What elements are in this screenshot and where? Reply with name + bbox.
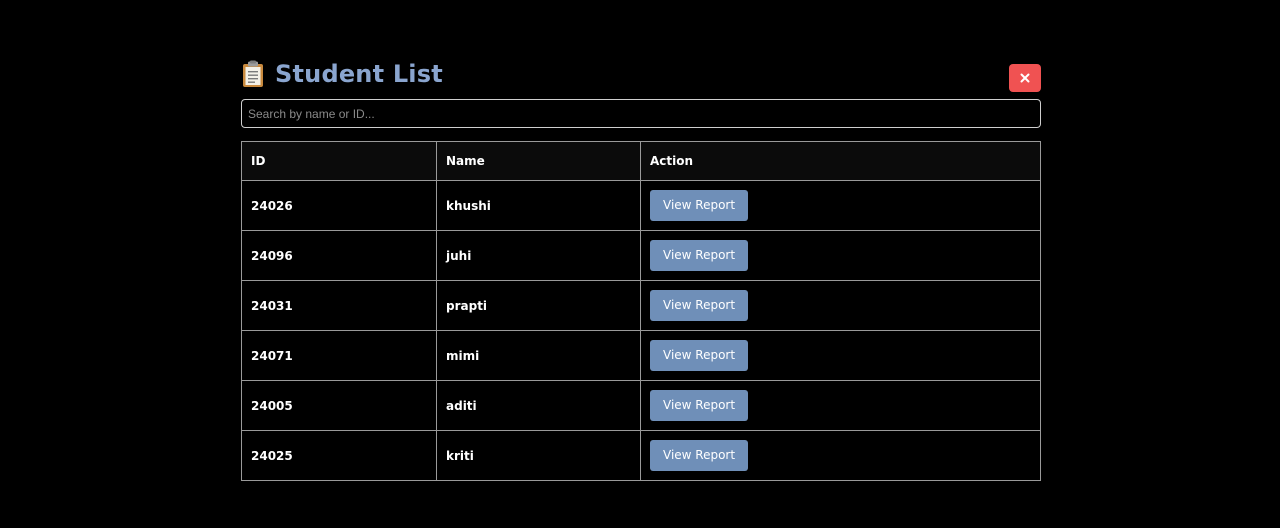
student-id: 24031: [241, 280, 437, 331]
action-cell: View Report: [640, 180, 1041, 231]
close-icon: [1019, 69, 1031, 88]
table-row: 24026 khushi View Report: [241, 180, 1041, 231]
student-name: khushi: [436, 180, 641, 231]
view-report-button[interactable]: View Report: [650, 440, 749, 471]
student-id: 24005: [241, 380, 437, 431]
view-report-button[interactable]: View Report: [650, 240, 749, 271]
view-report-button[interactable]: View Report: [650, 290, 749, 321]
view-report-button[interactable]: View Report: [650, 190, 749, 221]
page-title: Student List: [241, 58, 443, 90]
view-report-button[interactable]: View Report: [650, 390, 749, 421]
action-cell: View Report: [640, 330, 1041, 381]
student-name: kriti: [436, 430, 641, 481]
action-cell: View Report: [640, 430, 1041, 481]
clipboard-icon: [241, 60, 265, 88]
table-row: 24031 prapti View Report: [241, 280, 1041, 331]
student-id: 24025: [241, 430, 437, 481]
action-cell: View Report: [640, 380, 1041, 431]
student-name: aditi: [436, 380, 641, 431]
header: Student List: [241, 58, 1041, 94]
student-name: juhi: [436, 230, 641, 281]
table-header-row: ID Name Action: [241, 141, 1041, 181]
action-cell: View Report: [640, 230, 1041, 281]
column-header-action: Action: [640, 141, 1041, 181]
table-row: 24096 juhi View Report: [241, 230, 1041, 281]
column-header-name: Name: [436, 141, 641, 181]
table-row: 24071 mimi View Report: [241, 330, 1041, 381]
student-id: 24026: [241, 180, 437, 231]
student-list-panel: Student List ID Name Action 24026 khushi…: [241, 58, 1041, 481]
action-cell: View Report: [640, 280, 1041, 331]
table-row: 24005 aditi View Report: [241, 380, 1041, 431]
student-name: mimi: [436, 330, 641, 381]
student-id: 24096: [241, 230, 437, 281]
student-name: prapti: [436, 280, 641, 331]
student-id: 24071: [241, 330, 437, 381]
table-row: 24025 kriti View Report: [241, 430, 1041, 481]
column-header-id: ID: [241, 141, 437, 181]
close-button[interactable]: [1009, 64, 1041, 92]
title-text: Student List: [275, 60, 443, 88]
view-report-button[interactable]: View Report: [650, 340, 749, 371]
search-input[interactable]: [241, 99, 1041, 128]
student-table: ID Name Action 24026 khushi View Report …: [241, 141, 1041, 481]
